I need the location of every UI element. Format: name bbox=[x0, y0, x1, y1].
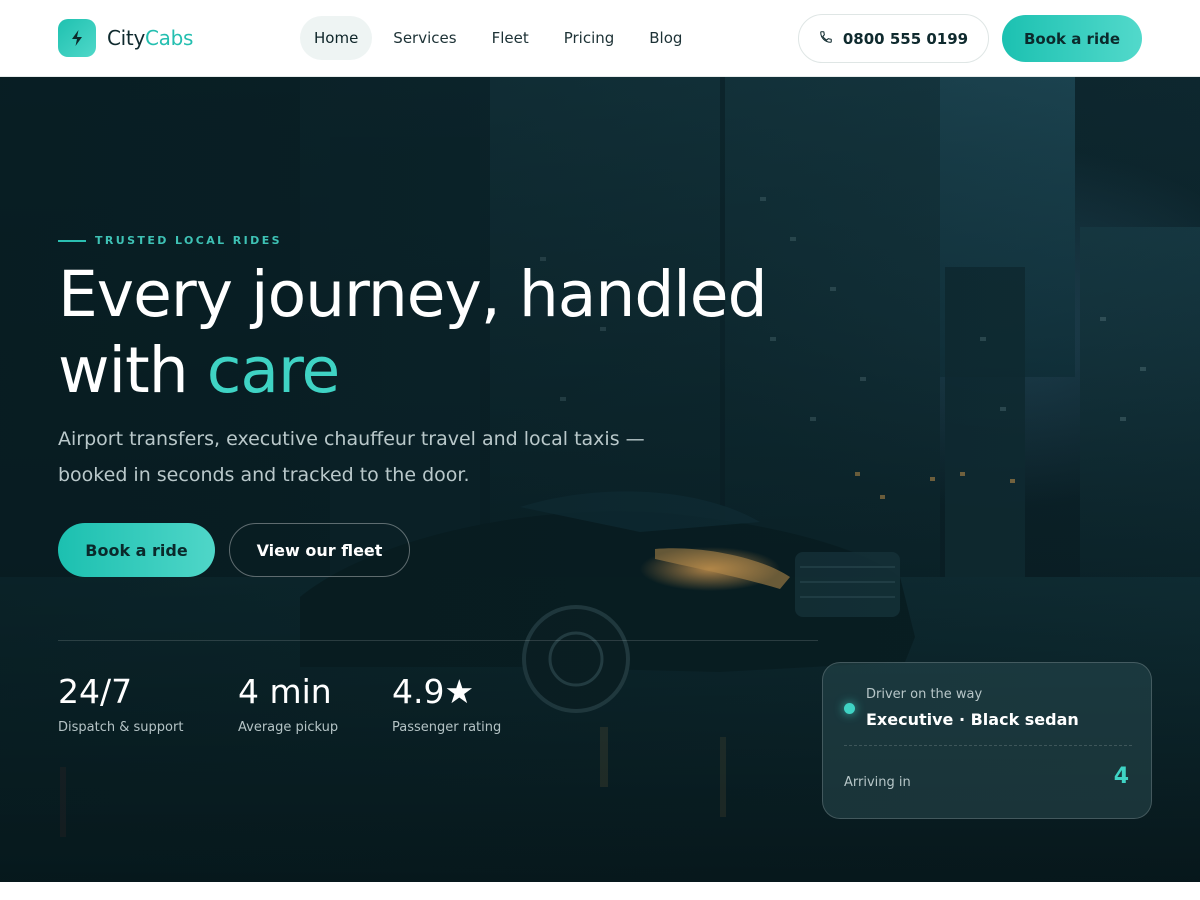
nav-item-pricing[interactable]: Pricing bbox=[550, 16, 629, 60]
stat-label: Passenger rating bbox=[392, 720, 502, 735]
nav-item-fleet[interactable]: Fleet bbox=[478, 16, 543, 60]
stat-label: Average pickup bbox=[238, 720, 339, 735]
hero-subtext: Airport transfers, executive chauffeur t… bbox=[58, 428, 645, 486]
stat-value: 24/7 bbox=[58, 672, 133, 711]
stat-value: 4.9★ bbox=[392, 672, 475, 711]
eyebrow-line bbox=[58, 239, 86, 242]
stat-dispatch: 24/7 Dispatch & support bbox=[58, 672, 183, 735]
nav-book-ride-button[interactable]: Book a ride bbox=[1002, 15, 1142, 62]
hero-section: TRUSTED LOCAL RIDES Every journey, handl… bbox=[0, 77, 1200, 882]
eyebrow-text: TRUSTED LOCAL RIDES bbox=[95, 234, 282, 247]
brand-logo[interactable]: CityCabs bbox=[58, 19, 193, 57]
navbar: CityCabs Home Services Fleet Pricing Blo… bbox=[0, 0, 1200, 77]
stats-divider bbox=[58, 640, 818, 641]
arriving-label: Arriving in bbox=[844, 775, 911, 790]
hero-eyebrow: TRUSTED LOCAL RIDES bbox=[58, 234, 282, 247]
bolt-icon bbox=[58, 19, 96, 57]
phone-icon bbox=[819, 30, 833, 48]
hero-book-ride-button[interactable]: Book a ride bbox=[58, 523, 215, 577]
vehicle-title: Executive · Black sedan bbox=[866, 710, 1079, 729]
stat-rating: 4.9★ Passenger rating bbox=[392, 672, 501, 735]
hero-headline: Every journey, handled with care bbox=[58, 257, 818, 409]
main-menu: Home Services Fleet Pricing Blog bbox=[300, 16, 703, 60]
nav-item-blog[interactable]: Blog bbox=[635, 16, 696, 60]
stat-pickup: 4 min Average pickup bbox=[238, 672, 338, 735]
stat-label: Dispatch & support bbox=[58, 720, 184, 735]
driver-status-card: Driver on the way Executive · Black seda… bbox=[822, 662, 1152, 819]
status-kicker: Driver on the way bbox=[866, 687, 983, 702]
headline-line-2: with bbox=[58, 334, 189, 407]
phone-number: 0800 555 0199 bbox=[842, 29, 969, 48]
card-divider bbox=[844, 745, 1132, 746]
phone-button[interactable]: 0800 555 0199 bbox=[798, 14, 989, 63]
brand-name: CityCabs bbox=[107, 26, 194, 50]
arriving-value: 4 bbox=[1113, 764, 1129, 789]
nav-item-home[interactable]: Home bbox=[300, 16, 373, 60]
nav-item-services[interactable]: Services bbox=[379, 16, 470, 60]
headline-line-1: Every journey, handled bbox=[58, 258, 768, 331]
headline-accent-word: care bbox=[206, 334, 341, 407]
stat-value: 4 min bbox=[238, 672, 332, 711]
view-fleet-button[interactable]: View our fleet bbox=[229, 523, 410, 577]
live-status-dot bbox=[844, 703, 855, 714]
